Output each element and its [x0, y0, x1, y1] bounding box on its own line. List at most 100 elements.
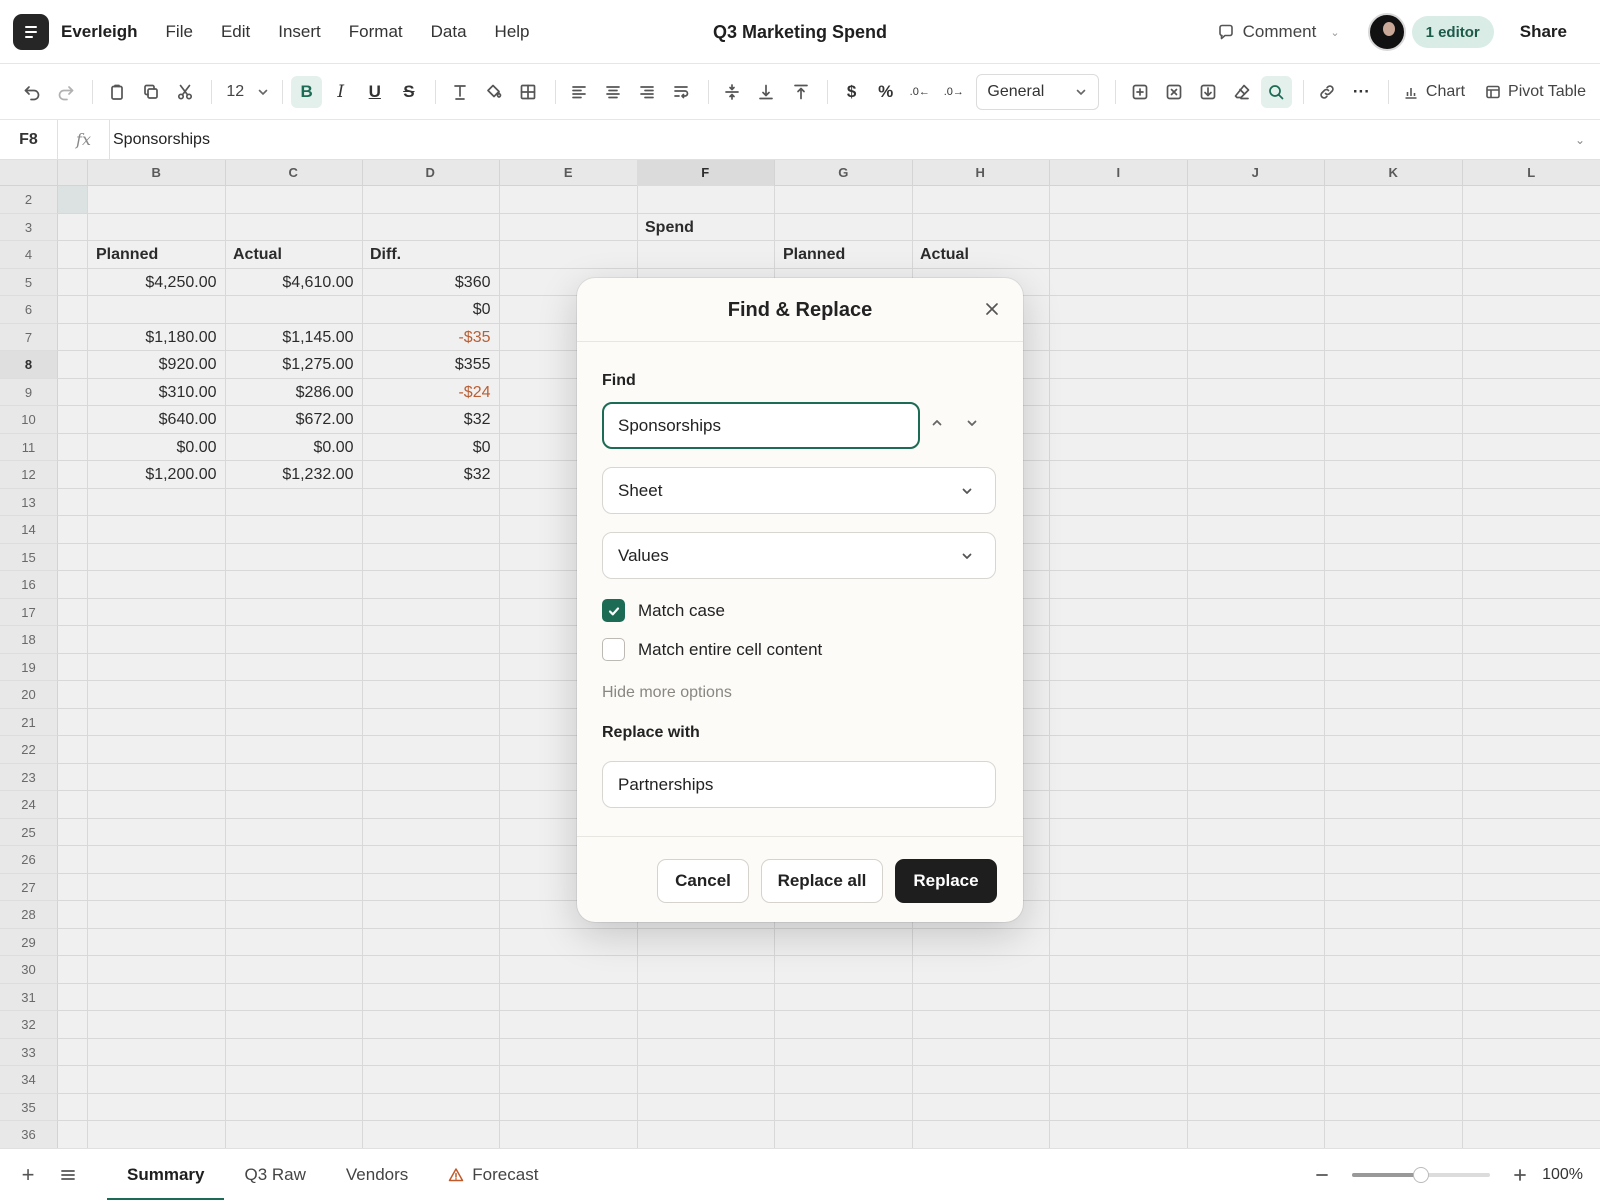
zoom-control: 100%	[1312, 1149, 1600, 1200]
font-size-select[interactable]: 12	[220, 83, 274, 101]
copy-icon[interactable]	[135, 76, 166, 108]
document-title[interactable]: Q3 Marketing Spend	[713, 22, 887, 42]
menu-help[interactable]: Help	[495, 22, 530, 42]
find-input[interactable]: Sponsorships	[602, 402, 920, 449]
add-sheet-icon[interactable]: +	[17, 1162, 39, 1187]
align-right-icon[interactable]	[632, 76, 663, 108]
avatar[interactable]	[1367, 13, 1406, 51]
menu-data[interactable]: Data	[431, 22, 467, 42]
wrap-text-icon[interactable]	[666, 76, 697, 108]
comment-button[interactable]: Comment ⌄	[1217, 22, 1340, 42]
delete-cell-icon[interactable]	[1158, 76, 1189, 108]
clear-format-icon[interactable]	[1227, 76, 1258, 108]
sheet-tab-label: Q3 Raw	[244, 1164, 306, 1184]
cut-icon[interactable]	[169, 76, 200, 108]
toolbar-divider	[1387, 79, 1389, 104]
menu-insert[interactable]: Insert	[278, 22, 321, 42]
menu-format[interactable]: Format	[349, 22, 403, 42]
increase-decimal-button[interactable]: .0→	[938, 76, 969, 108]
zoom-slider[interactable]	[1352, 1167, 1491, 1183]
zoom-level[interactable]: 100%	[1542, 1166, 1583, 1184]
dialog-header: Find & Replace	[577, 278, 1023, 342]
sheet-tab-label: Summary	[127, 1164, 205, 1184]
toolbar-divider	[92, 79, 94, 104]
underline-button[interactable]: U	[359, 76, 390, 108]
strikethrough-button[interactable]: S	[393, 76, 424, 108]
sheet-tab-label: Forecast	[472, 1164, 539, 1184]
toolbar-divider	[435, 79, 437, 104]
decrease-decimal-button[interactable]: .0←	[904, 76, 935, 108]
match-entire-option[interactable]: Match entire cell content	[602, 638, 822, 661]
editors-badge[interactable]: 1 editor	[1411, 16, 1494, 48]
table-icon	[1486, 85, 1500, 98]
import-icon[interactable]	[1193, 76, 1224, 108]
share-button[interactable]: Share	[1520, 22, 1567, 42]
toolbar-divider	[554, 79, 556, 104]
more-options-button[interactable]: ···	[1346, 76, 1377, 108]
vertical-align-top-icon[interactable]	[785, 76, 816, 108]
number-format-value: General	[987, 82, 1045, 100]
zoom-slider-thumb[interactable]	[1413, 1167, 1430, 1183]
sheet-list-icon[interactable]	[57, 1164, 79, 1186]
chevron-down-icon	[1077, 89, 1086, 95]
fill-color-icon[interactable]	[478, 76, 509, 108]
italic-button[interactable]: I	[325, 76, 356, 108]
match-case-checkbox[interactable]	[602, 599, 625, 622]
zoom-out-icon[interactable]	[1312, 1167, 1332, 1183]
sheet-tab-summary[interactable]: Summary	[107, 1149, 225, 1200]
align-center-icon[interactable]	[598, 76, 629, 108]
sheet-tab-vendors[interactable]: Vendors	[326, 1149, 428, 1200]
replace-button[interactable]: Replace	[895, 859, 997, 903]
replace-input[interactable]: Partnerships	[602, 761, 996, 808]
search-in-select[interactable]: Values	[602, 532, 996, 579]
toolbar-divider	[827, 79, 829, 104]
bold-button[interactable]: B	[291, 75, 323, 108]
formula-input[interactable]: Sponsorships	[110, 131, 1560, 149]
find-search-icon[interactable]	[1260, 75, 1292, 108]
borders-icon[interactable]	[513, 76, 544, 108]
paste-icon[interactable]	[101, 76, 132, 108]
find-label: Find	[602, 372, 636, 389]
app-name: Everleigh	[61, 21, 138, 41]
toolbar-divider	[707, 79, 709, 104]
zoom-in-icon[interactable]	[1510, 1167, 1530, 1183]
currency-format-button[interactable]: $	[836, 76, 867, 108]
chevron-down-icon[interactable]: ⌄	[1560, 133, 1600, 147]
cancel-button[interactable]: Cancel	[657, 859, 749, 903]
undo-icon[interactable]	[16, 76, 47, 108]
chevron-down-icon: ⌄	[1330, 26, 1340, 39]
sheet-tab-q3-raw[interactable]: Q3 Raw	[224, 1149, 325, 1200]
number-format-select[interactable]: General	[976, 73, 1100, 110]
chart-button-label: Chart	[1425, 82, 1466, 100]
formula-bar: F8 fx Sponsorships ⌄	[0, 119, 1600, 160]
align-left-icon[interactable]	[564, 76, 595, 108]
vertical-align-middle-icon[interactable]	[717, 76, 748, 108]
replace-all-button[interactable]: Replace all	[761, 859, 883, 903]
close-icon[interactable]	[983, 300, 1001, 318]
text-color-icon[interactable]	[444, 76, 475, 108]
scope-select[interactable]: Sheet	[602, 467, 996, 514]
chart-button[interactable]: Chart	[1403, 83, 1465, 101]
font-size-value: 12	[226, 82, 245, 100]
comment-label: Comment	[1242, 22, 1317, 41]
percent-format-button[interactable]: %	[870, 76, 901, 108]
cell-reference-box[interactable]: F8	[0, 119, 58, 160]
link-icon[interactable]	[1312, 76, 1343, 108]
sheet-tab-forecast[interactable]: Forecast	[428, 1149, 558, 1200]
menu-edit[interactable]: Edit	[221, 22, 250, 42]
pivot-table-button[interactable]: Pivot Table	[1485, 83, 1586, 101]
app-menu-icon[interactable]	[13, 13, 49, 50]
vertical-align-bottom-icon[interactable]	[751, 76, 782, 108]
redo-icon[interactable]	[50, 76, 81, 108]
warning-icon	[449, 1167, 464, 1181]
match-entire-checkbox[interactable]	[602, 638, 625, 661]
pivot-table-label: Pivot Table	[1508, 82, 1586, 100]
previous-match-icon[interactable]	[930, 416, 950, 436]
menu-file[interactable]: File	[166, 22, 193, 42]
hide-more-options-link[interactable]: Hide more options	[602, 684, 732, 702]
next-match-icon[interactable]	[965, 416, 985, 436]
comment-icon	[1218, 24, 1233, 40]
checkmark-icon	[608, 606, 619, 615]
match-case-option[interactable]: Match case	[602, 599, 725, 622]
insert-cell-icon[interactable]	[1124, 76, 1155, 108]
